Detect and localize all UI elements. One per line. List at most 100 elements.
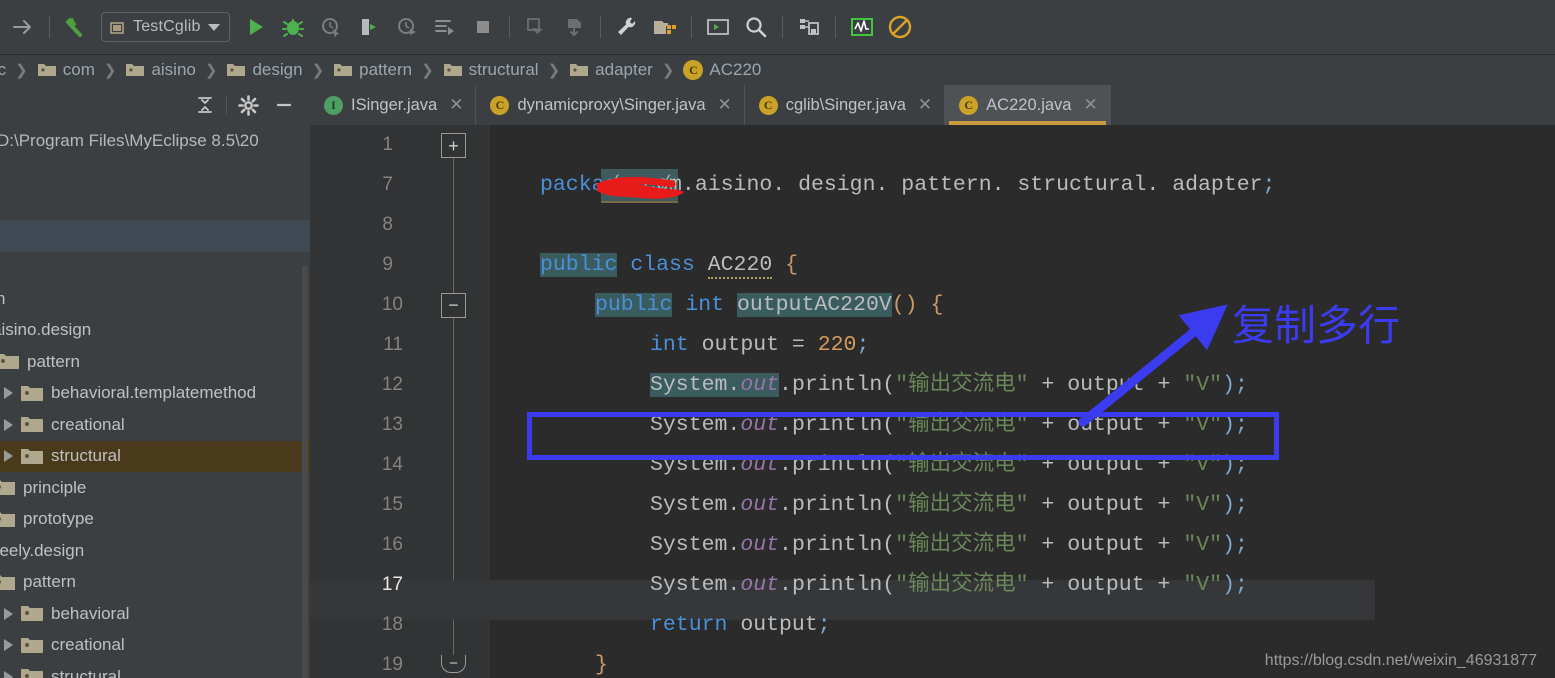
stop-icon[interactable] bbox=[464, 8, 502, 46]
list-item[interactable] bbox=[0, 252, 310, 284]
project-tree-panel[interactable]: D:\Program Files\MyEclipse 8.5\20 n aisi… bbox=[0, 125, 310, 678]
chevron-down-icon[interactable] bbox=[207, 23, 220, 31]
fold-region-end-icon[interactable]: − bbox=[441, 655, 466, 673]
list-item[interactable] bbox=[0, 157, 310, 189]
no-entry-icon[interactable] bbox=[881, 8, 919, 46]
vcs-commit-icon[interactable] bbox=[555, 8, 593, 46]
run-with-coverage-icon[interactable] bbox=[312, 8, 350, 46]
list-item-structural-2[interactable]: structural bbox=[0, 661, 310, 678]
close-icon[interactable]: ✕ bbox=[918, 95, 932, 115]
chevron-right-icon[interactable] bbox=[4, 607, 13, 620]
tree-item-label: aisino.design bbox=[0, 320, 92, 340]
list-item-principle[interactable]: principle bbox=[0, 472, 310, 504]
string-literal-v: "V" bbox=[1183, 373, 1223, 397]
folder-icon bbox=[21, 385, 43, 401]
list-item[interactable]: aisino.design bbox=[0, 315, 310, 347]
close-icon[interactable]: ✕ bbox=[1083, 95, 1097, 115]
brace: } bbox=[595, 653, 608, 677]
tab-ac220-java[interactable]: C AC220.java ✕ bbox=[945, 85, 1111, 125]
field-out: out bbox=[740, 573, 780, 597]
breadcrumb-item-adapter[interactable]: adapter bbox=[569, 60, 653, 80]
operator-plus: + bbox=[1144, 493, 1184, 517]
project-structure-icon[interactable] bbox=[646, 8, 684, 46]
list-item-pattern[interactable]: pattern bbox=[0, 346, 310, 378]
breadcrumb-item-aisino[interactable]: aisino bbox=[125, 60, 196, 80]
code-line-folded-comment[interactable]: /.../ bbox=[498, 125, 678, 203]
list-item-pattern-2[interactable]: pattern bbox=[0, 567, 310, 599]
tab-dynamicproxy-singer-java[interactable]: C dynamicproxy\Singer.java ✕ bbox=[476, 85, 745, 125]
database-icon[interactable] bbox=[790, 8, 828, 46]
breadcrumb-item-structural[interactable]: structural bbox=[443, 60, 539, 80]
code-line-return: return output; bbox=[650, 605, 831, 645]
list-item[interactable] bbox=[0, 220, 310, 252]
folder-icon bbox=[443, 64, 462, 76]
collapse-all-icon[interactable] bbox=[187, 90, 223, 120]
settings-wrench-icon[interactable] bbox=[608, 8, 646, 46]
folder-icon bbox=[0, 354, 19, 370]
list-item-prototype[interactable]: prototype bbox=[0, 504, 310, 536]
keyword-int: int bbox=[650, 333, 689, 357]
code-editor[interactable]: 1 7 8 9 10 11 12 13 14 15 16 17 18 19 + … bbox=[310, 125, 1555, 678]
chevron-right-icon[interactable] bbox=[4, 387, 13, 400]
operator-plus: + bbox=[1028, 453, 1068, 477]
code-line-println-12: System.out.println("输出交流电" + output + "V… bbox=[650, 365, 1248, 405]
sidebar-scrollbar[interactable] bbox=[302, 265, 308, 678]
run-icon[interactable] bbox=[236, 8, 274, 46]
breadcrumb-item-ac220[interactable]: C AC220 bbox=[683, 60, 761, 80]
operator-plus: + bbox=[1028, 413, 1068, 437]
close-icon[interactable]: ✕ bbox=[449, 95, 463, 115]
toolbar-separator bbox=[781, 16, 783, 38]
vcs-update-icon[interactable] bbox=[517, 8, 555, 46]
breadcrumb-separator: ❯ bbox=[204, 62, 218, 79]
code-text-area[interactable]: /.../ package com.aisino. design. patter… bbox=[490, 125, 1555, 678]
breadcrumb-item-rc[interactable]: rc bbox=[0, 60, 6, 80]
search-icon[interactable] bbox=[737, 8, 775, 46]
list-item-behavioral-templatemethod[interactable]: behavioral.templatemethod bbox=[0, 378, 310, 410]
list-item[interactable] bbox=[0, 189, 310, 221]
breadcrumb-item-design[interactable]: design bbox=[226, 60, 303, 80]
rerun-icon[interactable] bbox=[388, 8, 426, 46]
build-hammer-icon[interactable] bbox=[57, 8, 95, 46]
breadcrumb-item-pattern[interactable]: pattern bbox=[333, 60, 412, 80]
code-line-println-16: System.out.println("输出交流电" + output + "V… bbox=[650, 525, 1248, 565]
tab-cglib-singer-java[interactable]: C cglib\Singer.java ✕ bbox=[745, 85, 946, 125]
close-icon[interactable]: ✕ bbox=[718, 95, 732, 115]
tab-label: dynamicproxy\Singer.java bbox=[517, 95, 706, 114]
list-item-creational-2[interactable]: creational bbox=[0, 630, 310, 662]
breadcrumb-separator: ❯ bbox=[421, 62, 434, 79]
operator-plus: + bbox=[1144, 533, 1184, 557]
close-paren-semicolon: ); bbox=[1222, 453, 1248, 477]
debug-icon[interactable] bbox=[274, 8, 312, 46]
toolbar-separator bbox=[49, 16, 50, 38]
forward-arrow-icon[interactable] bbox=[4, 8, 42, 46]
chevron-right-icon[interactable] bbox=[4, 418, 13, 431]
settings-gear-icon[interactable] bbox=[230, 90, 266, 120]
tab-isinger-java[interactable]: I ISinger.java ✕ bbox=[310, 85, 477, 125]
operator-plus: + bbox=[1144, 573, 1184, 597]
module-icon bbox=[110, 21, 124, 34]
chevron-right-icon[interactable] bbox=[4, 670, 13, 678]
operator-plus: + bbox=[1144, 453, 1184, 477]
breadcrumb-item-com[interactable]: com bbox=[37, 60, 95, 80]
list-item-creational[interactable]: creational bbox=[0, 409, 310, 441]
chevron-right-icon[interactable] bbox=[4, 450, 13, 463]
string-literal-v: "V" bbox=[1183, 573, 1223, 597]
terminal-icon[interactable] bbox=[699, 8, 737, 46]
run-configuration-selector[interactable]: TestCglib bbox=[101, 12, 230, 42]
list-item-behavioral[interactable]: behavioral bbox=[0, 598, 310, 630]
list-item-geely-design[interactable]: geely.design bbox=[0, 535, 310, 567]
collapse-fold-icon[interactable]: − bbox=[441, 293, 466, 318]
expand-fold-icon[interactable]: + bbox=[441, 133, 466, 158]
code-line-int-output: int output = 220; bbox=[650, 325, 869, 365]
line-number: 12 bbox=[381, 374, 403, 395]
hide-panel-icon[interactable] bbox=[266, 90, 302, 120]
monitor-icon[interactable] bbox=[843, 8, 881, 46]
chevron-right-icon[interactable] bbox=[4, 639, 13, 652]
run-dashboard-icon[interactable] bbox=[426, 8, 464, 46]
line-number: 18 bbox=[381, 614, 403, 635]
list-item-structural[interactable]: structural bbox=[0, 440, 310, 472]
folder-icon bbox=[0, 574, 15, 590]
line-number: 9 bbox=[382, 254, 393, 275]
list-item[interactable]: n bbox=[0, 283, 310, 315]
run-profiler-icon[interactable] bbox=[350, 8, 388, 46]
